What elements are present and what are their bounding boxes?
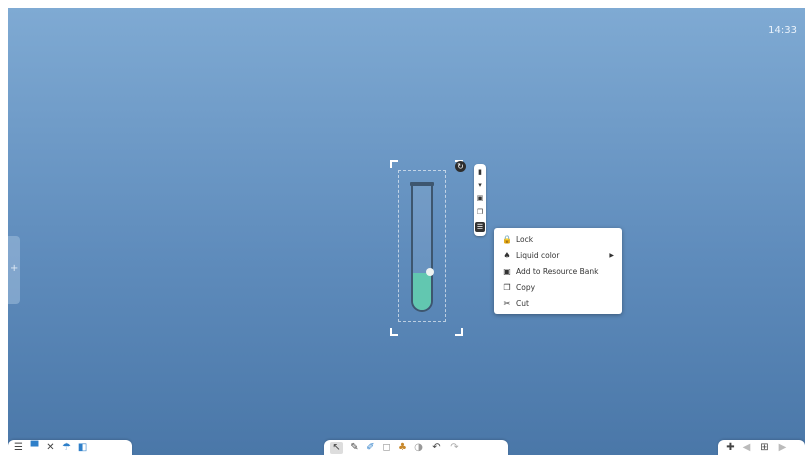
cloud-icon[interactable]: ☂ bbox=[60, 442, 73, 454]
liquid-level-handle[interactable] bbox=[426, 268, 434, 276]
context-menu: 🔒 Lock ♠ Liquid color ▶ ▣ Add to Resourc… bbox=[494, 228, 622, 314]
add-page-icon[interactable]: ✚ bbox=[724, 442, 737, 454]
menu-icon[interactable]: ☰ bbox=[12, 442, 25, 454]
menu-item-label: Cut bbox=[516, 299, 529, 308]
copy-icon[interactable]: ❐ bbox=[476, 208, 484, 216]
image-icon[interactable]: ◧ bbox=[76, 442, 89, 454]
liquid-color-icon[interactable]: ▾ bbox=[476, 181, 484, 189]
left-toolbar: ☰ ▀ ✕ ☂ ◧ bbox=[8, 440, 132, 455]
menu-item-add-to-resource-bank[interactable]: ▣ Add to Resource Bank bbox=[494, 264, 622, 280]
lock-icon[interactable]: ▮ bbox=[476, 168, 484, 176]
menu-item-copy[interactable]: ❐ Copy bbox=[494, 280, 622, 296]
submenu-arrow-icon: ▶ bbox=[609, 252, 614, 259]
eraser-icon[interactable]: ◻ bbox=[380, 442, 393, 454]
page-overview-icon[interactable]: ⊞ bbox=[758, 442, 771, 454]
resize-handle-bottom-right[interactable] bbox=[455, 328, 463, 336]
test-tube-liquid bbox=[413, 272, 431, 310]
test-tube[interactable] bbox=[411, 186, 433, 312]
menu-item-lock[interactable]: 🔒 Lock bbox=[494, 232, 622, 248]
main-toolbar: ↖ ✎ ✐ ◻ ♣ ◑ ↶ ↷ bbox=[324, 440, 508, 455]
lock-icon: 🔒 bbox=[502, 235, 512, 244]
liquid-color-icon: ♠ bbox=[503, 251, 511, 260]
menu-item-label: Copy bbox=[516, 283, 536, 292]
menu-item-liquid-color[interactable]: ♠ Liquid color ▶ bbox=[494, 248, 622, 264]
menu-item-label: Liquid color bbox=[516, 251, 560, 260]
resize-handle-bottom-left[interactable] bbox=[390, 328, 398, 336]
previous-page-icon[interactable]: ◀ bbox=[740, 442, 753, 454]
shape-icon[interactable]: ◑ bbox=[412, 442, 425, 454]
copy-icon: ❐ bbox=[503, 283, 511, 292]
select-icon[interactable]: ↖ bbox=[330, 442, 343, 454]
undo-icon[interactable]: ↶ bbox=[430, 442, 443, 454]
resource-bank-icon[interactable]: ▣ bbox=[476, 194, 484, 202]
scissors-icon: ✂ bbox=[503, 299, 511, 308]
redo-icon[interactable]: ↷ bbox=[448, 442, 461, 454]
resource-bank-icon: ▣ bbox=[503, 267, 511, 276]
whiteboard-canvas[interactable]: 14:33 + ↻ ▮ ▾ ▣ ❐ ☰ 🔒 Lock ♠ Liquid colo… bbox=[8, 8, 805, 455]
menu-item-label: Add to Resource Bank bbox=[516, 267, 599, 276]
page-toolbar: ✚ ◀ ⊞ ▶ bbox=[718, 440, 805, 455]
next-page-icon[interactable]: ▶ bbox=[776, 442, 789, 454]
menu-item-cut[interactable]: ✂ Cut bbox=[494, 296, 622, 312]
resize-handle-top-left[interactable] bbox=[390, 160, 398, 168]
rotate-icon[interactable]: ↻ bbox=[455, 161, 466, 172]
screen-icon[interactable]: ▀ bbox=[28, 442, 41, 454]
menu-icon[interactable]: ☰ bbox=[475, 222, 485, 232]
fill-icon[interactable]: ♣ bbox=[396, 442, 409, 454]
tools-icon[interactable]: ✕ bbox=[44, 442, 57, 454]
pen-icon[interactable]: ✎ bbox=[348, 442, 361, 454]
menu-item-label: Lock bbox=[516, 235, 534, 244]
object-toolbar: ▮ ▾ ▣ ❐ ☰ bbox=[474, 164, 486, 236]
highlighter-icon[interactable]: ✐ bbox=[364, 442, 377, 454]
